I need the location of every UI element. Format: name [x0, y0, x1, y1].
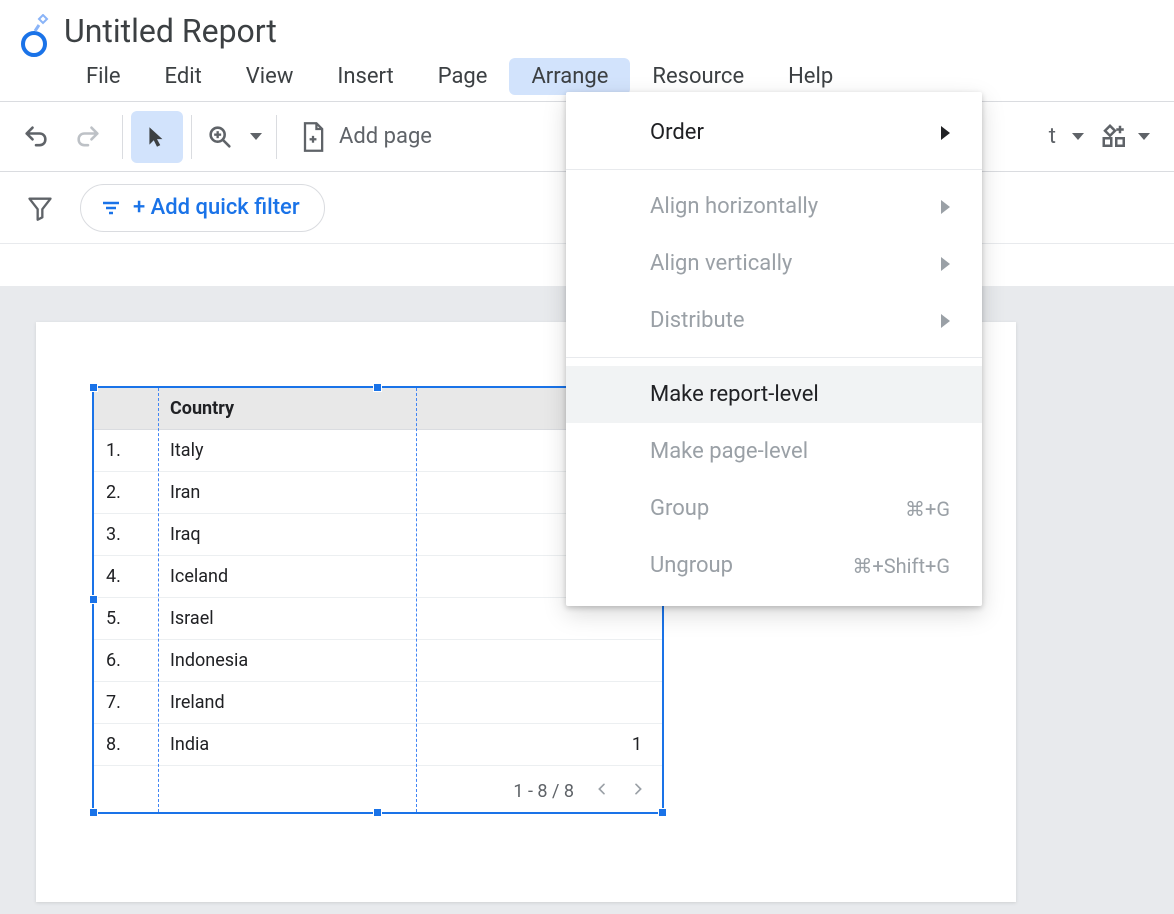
add-quick-filter-label: + Add quick filter — [133, 195, 300, 220]
dd-make-report-level[interactable]: Make report-level — [566, 366, 982, 423]
dd-group-shortcut: ⌘+G — [905, 497, 950, 521]
row-record: 1 — [427, 724, 662, 766]
resize-handle-se[interactable] — [658, 808, 667, 817]
chevron-right-icon — [941, 314, 950, 328]
zoom-dropdown-caret[interactable] — [250, 133, 262, 140]
row-index: 6. — [94, 640, 158, 682]
row-record — [427, 682, 662, 724]
menu-view[interactable]: View — [224, 58, 316, 95]
row-country: Ireland — [158, 682, 427, 724]
row-country: Italy — [158, 430, 427, 472]
table-pager: 1 - 8 / 8 — [513, 781, 646, 802]
row-country: Israel — [158, 598, 427, 640]
pager-range: 1 - 8 / 8 — [513, 781, 574, 802]
column-guide-1[interactable] — [158, 388, 159, 812]
menu-resource[interactable]: Resource — [630, 58, 766, 95]
table-row[interactable]: 7.Ireland — [94, 682, 662, 724]
menu-page[interactable]: Page — [416, 58, 510, 95]
row-country: Iran — [158, 472, 427, 514]
community-viz-button[interactable] — [1096, 111, 1154, 163]
resize-handle-s[interactable] — [373, 808, 382, 817]
dd-align-horizontal: Align horizontally — [566, 178, 982, 235]
row-country: Indonesia — [158, 640, 427, 682]
zoom-tool[interactable] — [200, 111, 268, 163]
resize-handle-sw[interactable] — [89, 808, 98, 817]
row-index: 1. — [94, 430, 158, 472]
dd-group-label: Group — [650, 496, 709, 521]
filter-icon-button[interactable] — [16, 184, 64, 232]
menubar: File Edit View Insert Page Arrange Resou… — [64, 58, 855, 95]
truncated-tool-label: t — [1049, 124, 1056, 149]
select-tool[interactable] — [131, 111, 183, 163]
chevron-right-icon — [941, 200, 950, 214]
dd-ungroup-label: Ungroup — [650, 553, 733, 578]
table-row[interactable]: 6.Indonesia — [94, 640, 662, 682]
resize-handle-n[interactable] — [373, 383, 382, 392]
row-country: Iceland — [158, 556, 427, 598]
header-country[interactable]: Country — [158, 388, 427, 430]
filter-list-icon — [99, 196, 123, 220]
row-country: Iraq — [158, 514, 427, 556]
row-index: 4. — [94, 556, 158, 598]
add-page-icon — [299, 121, 327, 153]
dd-align-v-label: Align vertically — [650, 251, 792, 276]
menu-arrange[interactable]: Arrange — [509, 58, 630, 95]
resize-handle-nw[interactable] — [89, 383, 98, 392]
menu-insert[interactable]: Insert — [315, 58, 415, 95]
chevron-right-icon — [941, 126, 950, 140]
dd-order-label: Order — [650, 120, 704, 145]
redo-button[interactable] — [62, 111, 114, 163]
pager-prev[interactable] — [594, 781, 610, 802]
dd-align-vertical: Align vertically — [566, 235, 982, 292]
row-index: 8. — [94, 724, 158, 766]
dd-make-report-label: Make report-level — [650, 382, 819, 407]
pager-next[interactable] — [630, 781, 646, 802]
add-page-label: Add page — [339, 124, 432, 149]
doc-title[interactable]: Untitled Report — [64, 12, 855, 50]
undo-button[interactable] — [10, 111, 62, 163]
truncated-tool-caret[interactable] — [1072, 133, 1084, 140]
row-index: 7. — [94, 682, 158, 724]
row-index: 5. — [94, 598, 158, 640]
dd-align-h-label: Align horizontally — [650, 194, 818, 219]
dd-group: Group ⌘+G — [566, 480, 982, 537]
row-country: India — [158, 724, 427, 766]
add-quick-filter-button[interactable]: + Add quick filter — [80, 184, 325, 232]
column-guide-2[interactable] — [416, 388, 417, 812]
dd-make-page-level: Make page-level — [566, 423, 982, 480]
dd-distribute: Distribute — [566, 292, 982, 349]
menu-help[interactable]: Help — [766, 58, 855, 95]
dd-ungroup: Ungroup ⌘+Shift+G — [566, 537, 982, 594]
menu-edit[interactable]: Edit — [143, 58, 224, 95]
dd-make-page-label: Make page-level — [650, 439, 808, 464]
dd-ungroup-shortcut: ⌘+Shift+G — [852, 554, 950, 578]
dd-distribute-label: Distribute — [650, 308, 745, 333]
row-index: 2. — [94, 472, 158, 514]
resize-handle-w[interactable] — [89, 595, 98, 604]
arrange-dropdown-menu: Order Align horizontally Align verticall… — [566, 92, 982, 606]
menu-file[interactable]: File — [64, 58, 143, 95]
funnel-icon — [26, 194, 54, 222]
row-index: 3. — [94, 514, 158, 556]
header-index — [94, 388, 158, 430]
row-record — [427, 640, 662, 682]
chevron-right-icon — [941, 257, 950, 271]
dd-order[interactable]: Order — [566, 104, 982, 161]
table-row[interactable]: 8.India1 — [94, 724, 662, 766]
add-page-button[interactable]: Add page — [285, 121, 446, 153]
app-logo — [12, 8, 56, 64]
